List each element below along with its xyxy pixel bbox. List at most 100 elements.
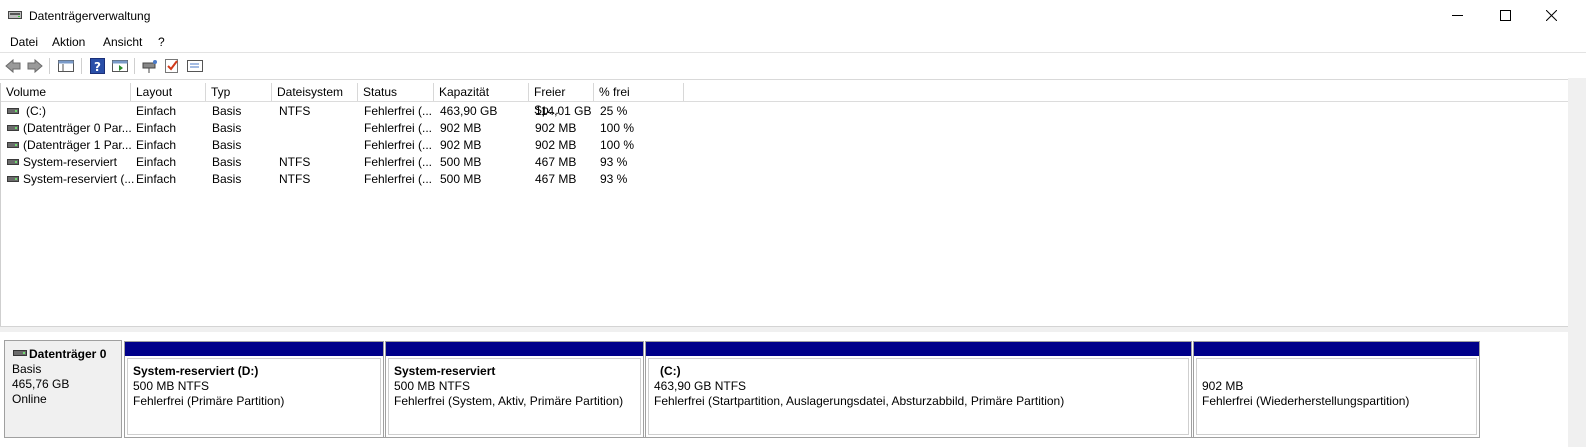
cell-freier-speicher: 902 MB [535, 121, 577, 135]
table-row[interactable]: (C:) Einfach Basis NTFS Fehlerfrei (... … [1, 103, 1569, 120]
partition-status: Fehlerfrei (Startpartition, Auslagerungs… [654, 394, 1065, 408]
cell-dateisystem: NTFS [279, 104, 311, 118]
partition-title: System-reserviert (D:) [133, 364, 259, 378]
column-status[interactable]: Status [358, 83, 434, 101]
cell-status: Fehlerfrei (... [364, 138, 433, 152]
cell-typ: Basis [212, 104, 242, 118]
properties-icon[interactable] [186, 57, 204, 75]
partition-size: 463,90 GB NTFS [654, 379, 747, 393]
partition-size: 500 MB NTFS [133, 379, 210, 393]
toolbar-separator [134, 58, 135, 74]
drive-icon [7, 159, 19, 165]
column-freier-speicher[interactable]: Freier Sp... [529, 83, 594, 117]
toolbar-separator [49, 58, 50, 74]
cell-freier-speicher: 114,01 GB [535, 104, 592, 118]
volume-list[interactable]: Volume Layout Typ Dateisystem Status Kap… [0, 83, 1569, 326]
partition-size: 500 MB NTFS [394, 379, 471, 393]
disk-graphical-view[interactable]: Datenträger 0 Basis 465,76 GB Online Sys… [0, 332, 1568, 447]
cell-dateisystem: NTFS [279, 172, 311, 186]
cell-layout: Einfach [136, 104, 177, 118]
table-row[interactable]: System-reserviert (... Einfach Basis NTF… [1, 171, 1569, 188]
partition-size: 902 MB [1202, 379, 1244, 393]
drive-icon [7, 125, 19, 131]
disk-type: Basis [12, 362, 42, 376]
window-title: Datenträgerverwaltung [29, 9, 151, 23]
partition-status: Fehlerfrei (Wiederherstellungspartition) [1202, 394, 1410, 408]
title-bar: Datenträgerverwaltung [0, 0, 1586, 32]
column-header: Volume Layout Typ Dateisystem Status Kap… [1, 83, 1569, 117]
cell-prozent-frei: 93 % [600, 172, 628, 186]
partition-status: Fehlerfrei (System, Aktiv, Primäre Parti… [394, 394, 624, 408]
cell-status: Fehlerfrei (... [364, 121, 433, 135]
minimize-button[interactable] [1434, 0, 1480, 30]
table-row[interactable]: (Datenträger 0 Par... Einfach Basis Fehl… [1, 120, 1569, 137]
disk-state: Online [12, 392, 47, 406]
cell-prozent-frei: 25 % [600, 104, 628, 118]
cell-typ: Basis [212, 172, 242, 186]
partition-system-reserviert[interactable]: System-reserviert 500 MB NTFS Fehlerfrei… [385, 341, 644, 438]
column-kapazitaet[interactable]: Kapazität [434, 83, 529, 101]
menu-ansicht[interactable]: Ansicht [103, 35, 142, 49]
cell-volume: System-reserviert (... [23, 172, 135, 186]
help-icon[interactable]: ? [89, 57, 107, 75]
close-button[interactable] [1528, 0, 1574, 30]
partition-c[interactable]: (C:) 463,90 GB NTFS Fehlerfrei (Startpar… [645, 341, 1192, 438]
cell-status: Fehlerfrei (... [364, 104, 433, 118]
maximize-icon [1499, 9, 1511, 21]
show-hide-action-pane-icon[interactable] [111, 57, 129, 75]
cell-prozent-frei: 93 % [600, 155, 628, 169]
partition-recovery[interactable]: 902 MB Fehlerfrei (Wiederherstellungspar… [1193, 341, 1480, 438]
table-row[interactable]: (Datenträger 1 Par... Einfach Basis Fehl… [1, 137, 1569, 154]
partition-body: (C:) 463,90 GB NTFS Fehlerfrei (Startpar… [648, 358, 1189, 435]
cell-status: Fehlerfrei (... [364, 172, 433, 186]
minimize-icon [1451, 14, 1463, 16]
disk-size: 465,76 GB [12, 377, 70, 391]
column-dateisystem[interactable]: Dateisystem [272, 83, 358, 101]
menu-datei[interactable]: Datei [10, 35, 38, 49]
disk-0-label[interactable]: Datenträger 0 Basis 465,76 GB Online [4, 340, 122, 438]
check-icon[interactable] [163, 57, 181, 75]
partition-header-bar [646, 342, 1191, 356]
cell-layout: Einfach [136, 138, 177, 152]
cell-kapazitaet: 500 MB [440, 172, 482, 186]
cell-kapazitaet: 463,90 GB [440, 104, 498, 118]
cell-freier-speicher: 467 MB [535, 172, 577, 186]
disk-management-app-icon [8, 11, 22, 19]
cell-kapazitaet: 902 MB [440, 138, 482, 152]
next-disk-edge [124, 437, 1479, 448]
connect-drive-icon[interactable] [141, 57, 159, 75]
vertical-scrollbar[interactable] [1568, 78, 1586, 447]
cell-volume: (Datenträger 1 Par... [23, 138, 132, 152]
partition-header-bar [125, 342, 383, 356]
menu-help[interactable]: ? [158, 35, 165, 49]
partition-system-reserviert-d[interactable]: System-reserviert (D:) 500 MB NTFS Fehle… [124, 341, 384, 438]
cell-prozent-frei: 100 % [600, 121, 635, 135]
forward-icon[interactable] [26, 57, 44, 75]
partition-title: (C:) [660, 364, 681, 378]
cell-typ: Basis [212, 138, 242, 152]
cell-typ: Basis [212, 155, 242, 169]
cell-layout: Einfach [136, 172, 177, 186]
column-prozent-frei[interactable]: % frei [594, 83, 684, 101]
menu-aktion[interactable]: Aktion [52, 35, 85, 49]
partition-body: System-reserviert 500 MB NTFS Fehlerfrei… [388, 358, 641, 435]
disk-icon [13, 350, 27, 356]
cell-prozent-frei: 100 % [600, 138, 635, 152]
column-typ[interactable]: Typ [206, 83, 272, 101]
toolbar: ? [0, 52, 1586, 80]
menu-bar: Datei Aktion Ansicht ? [0, 32, 1586, 52]
back-icon[interactable] [4, 57, 22, 75]
cell-typ: Basis [212, 121, 242, 135]
partition-header-bar [1194, 342, 1479, 356]
cell-volume: (C:) [26, 104, 46, 118]
column-layout[interactable]: Layout [131, 83, 206, 101]
column-volume[interactable]: Volume [1, 83, 131, 101]
partition-status: Fehlerfrei (Primäre Partition) [133, 394, 285, 408]
table-row[interactable]: System-reserviert Einfach Basis NTFS Feh… [1, 154, 1569, 171]
partition-body: System-reserviert (D:) 500 MB NTFS Fehle… [127, 358, 381, 435]
cell-status: Fehlerfrei (... [364, 155, 433, 169]
show-hide-console-tree-icon[interactable] [57, 57, 75, 75]
maximize-button[interactable] [1482, 0, 1528, 30]
cell-freier-speicher: 902 MB [535, 138, 577, 152]
drive-icon [7, 176, 19, 182]
